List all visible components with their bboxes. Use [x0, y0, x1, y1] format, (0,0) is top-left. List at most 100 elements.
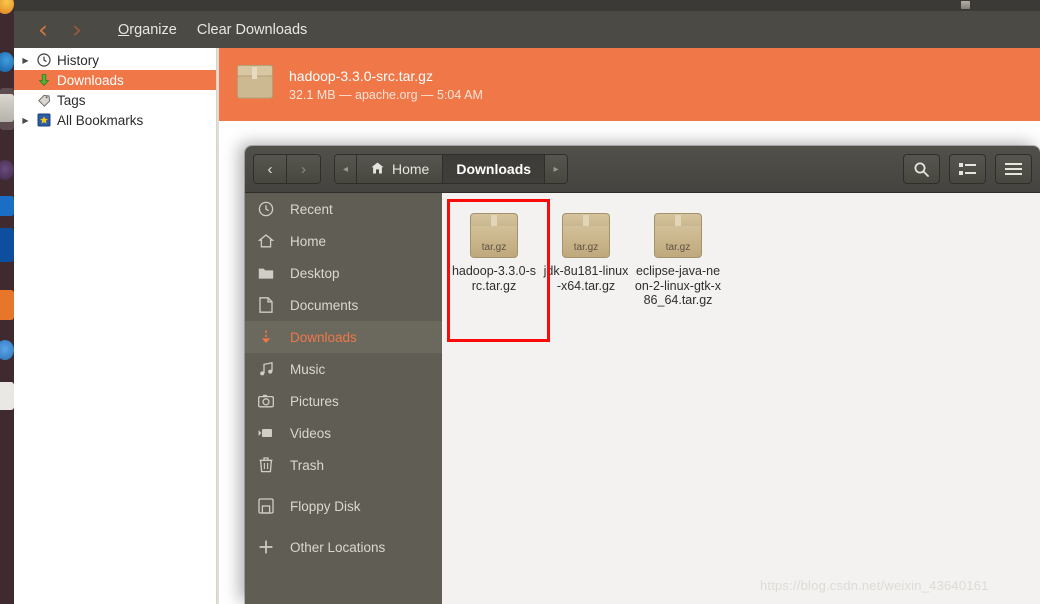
back-chevron-icon: ‹ — [38, 15, 48, 44]
file-name-label: jdk-8u181-linux-x64.tar.gz — [543, 264, 629, 293]
download-filename: hadoop-3.3.0-src.tar.gz — [289, 67, 433, 84]
clock-icon — [257, 201, 274, 218]
breadcrumb: ◂ Home Downloads ▸ — [334, 154, 569, 184]
path-prev-glyph: ◂ — [342, 163, 349, 175]
list-view-icon[interactable] — [949, 154, 986, 184]
file-grid: tar.gz hadoop-3.3.0-src.tar.gz tar.gz jd… — [442, 193, 1040, 604]
archive-package-icon: tar.gz — [470, 213, 518, 258]
place-label: Floppy Disk — [290, 498, 361, 514]
file-extension-label: tar.gz — [573, 242, 599, 253]
place-label: Downloads — [290, 329, 357, 345]
breadcrumb-item-home[interactable]: Home — [357, 155, 444, 183]
sidebar-item-label: Tags — [57, 92, 86, 108]
bookmark-star-icon — [36, 112, 52, 128]
download-arrow-icon — [36, 72, 52, 88]
downloads-toolbar: ‹ › Organize Clear Downloads — [14, 11, 1040, 48]
organize-label: rganize — [129, 21, 177, 38]
download-meta: hadoop-3.3.0-src.tar.gz 32.1 MB — apache… — [289, 68, 483, 102]
sidebar-item-recent[interactable]: Recent — [245, 193, 442, 225]
plus-icon — [257, 539, 274, 556]
sidebar-item-downloads[interactable]: ▶ Downloads — [14, 70, 216, 90]
place-label: Trash — [290, 457, 325, 473]
sidebar-item-history[interactable]: ▶ History — [14, 50, 216, 70]
place-label: Documents — [290, 297, 359, 313]
launcher-icon-writer[interactable] — [0, 196, 14, 216]
home-icon — [370, 161, 385, 178]
breadcrumb-label: Home — [392, 161, 430, 177]
sidebar-item-all-bookmarks[interactable]: ▶ All Bookmarks — [14, 110, 216, 130]
file-extension-label: tar.gz — [665, 242, 691, 253]
nav-buttons-group: ‹ › — [253, 154, 321, 184]
launcher-icon-firefox[interactable] — [0, 0, 14, 14]
tag-icon — [36, 92, 52, 108]
breadcrumb-label: Downloads — [456, 161, 532, 177]
sidebar-item-other-locations[interactable]: Other Locations — [245, 531, 442, 563]
sidebar-item-documents[interactable]: Documents — [245, 289, 442, 321]
sidebar-item-downloads[interactable]: Downloads — [245, 321, 442, 353]
download-list-item[interactable]: hadoop-3.3.0-src.tar.gz 32.1 MB — apache… — [219, 48, 1040, 121]
camera-icon — [257, 393, 274, 410]
home-icon — [257, 233, 274, 250]
nautilus-places-sidebar: Recent Home Desktop Documents Downloads … — [245, 193, 442, 604]
launcher-icon-thunderbird[interactable] — [0, 52, 14, 72]
launcher-icon-impress[interactable] — [0, 290, 14, 320]
place-label: Music — [290, 361, 326, 377]
sidebar-item-floppy-disk[interactable]: Floppy Disk — [245, 490, 442, 522]
launcher-icon-help[interactable] — [0, 382, 14, 410]
hamburger-menu-icon[interactable] — [995, 154, 1032, 184]
window-top-strip — [14, 0, 1040, 11]
sidebar-item-videos[interactable]: Videos — [245, 417, 442, 449]
chevron-right-icon[interactable]: ▶ — [20, 56, 31, 65]
places-separator-2 — [245, 522, 442, 531]
place-label: Home — [290, 233, 327, 249]
path-scroll-left-icon[interactable]: ◂ — [335, 155, 357, 183]
file-name-label: eclipse-java-neon-2-linux-gtk-x86_64.tar… — [634, 264, 722, 307]
breadcrumb-item-downloads[interactable]: Downloads — [443, 155, 546, 183]
back-button[interactable]: ‹ — [26, 15, 60, 45]
folder-icon — [257, 265, 274, 282]
launcher-icon-calc[interactable] — [0, 228, 14, 262]
launcher-icon-rhythmbox[interactable] — [0, 160, 14, 180]
music-note-icon — [257, 361, 274, 378]
sidebar-item-pictures[interactable]: Pictures — [245, 385, 442, 417]
sidebar-item-label: Downloads — [57, 72, 124, 88]
file-item[interactable]: tar.gz jdk-8u181-linux-x64.tar.gz — [540, 207, 632, 316]
forward-button[interactable]: › — [60, 15, 94, 45]
file-item[interactable]: tar.gz hadoop-3.3.0-src.tar.gz — [448, 207, 540, 316]
back-chevron-icon: ‹ — [267, 160, 273, 178]
clear-downloads-button[interactable]: Clear Downloads — [187, 15, 317, 45]
document-icon — [257, 297, 274, 314]
launcher-icon-files[interactable] — [0, 94, 14, 122]
header-actions — [903, 154, 1032, 184]
nautilus-window: ‹ › ◂ Home Downloads ▸ Recent Home Deskt… — [245, 146, 1040, 604]
places-separator — [245, 481, 442, 490]
place-label: Recent — [290, 201, 333, 217]
clock-icon — [36, 52, 52, 68]
sidebar-item-label: History — [57, 52, 100, 68]
organize-mnemonic: O — [118, 21, 130, 38]
sidebar-item-tags[interactable]: ▶ Tags — [14, 90, 216, 110]
nautilus-header-bar: ‹ › ◂ Home Downloads ▸ — [245, 146, 1040, 193]
download-arrow-icon — [257, 329, 274, 346]
place-label: Pictures — [290, 393, 339, 409]
package-icon — [237, 65, 273, 104]
path-scroll-right-icon[interactable]: ▸ — [545, 155, 568, 183]
sidebar-item-label: All Bookmarks — [57, 112, 144, 128]
forward-chevron-icon: › — [72, 15, 82, 44]
organize-button[interactable]: Organize — [108, 15, 187, 45]
file-name-label: hadoop-3.3.0-src.tar.gz — [451, 264, 537, 293]
download-details: 32.1 MB — apache.org — 5:04 AM — [289, 87, 483, 102]
sidebar-item-music[interactable]: Music — [245, 353, 442, 385]
sidebar-item-desktop[interactable]: Desktop — [245, 257, 442, 289]
nautilus-back-button[interactable]: ‹ — [254, 155, 287, 183]
nautilus-forward-button[interactable]: › — [287, 155, 320, 183]
search-icon[interactable] — [903, 154, 940, 184]
window-indicator-icon — [961, 1, 970, 9]
place-label: Videos — [290, 425, 332, 441]
launcher-icon-software-center[interactable] — [0, 340, 14, 360]
file-item[interactable]: tar.gz eclipse-java-neon-2-linux-gtk-x86… — [632, 207, 724, 316]
sidebar-item-home[interactable]: Home — [245, 225, 442, 257]
file-extension-label: tar.gz — [481, 242, 507, 253]
sidebar-item-trash[interactable]: Trash — [245, 449, 442, 481]
chevron-right-icon[interactable]: ▶ — [20, 116, 31, 125]
